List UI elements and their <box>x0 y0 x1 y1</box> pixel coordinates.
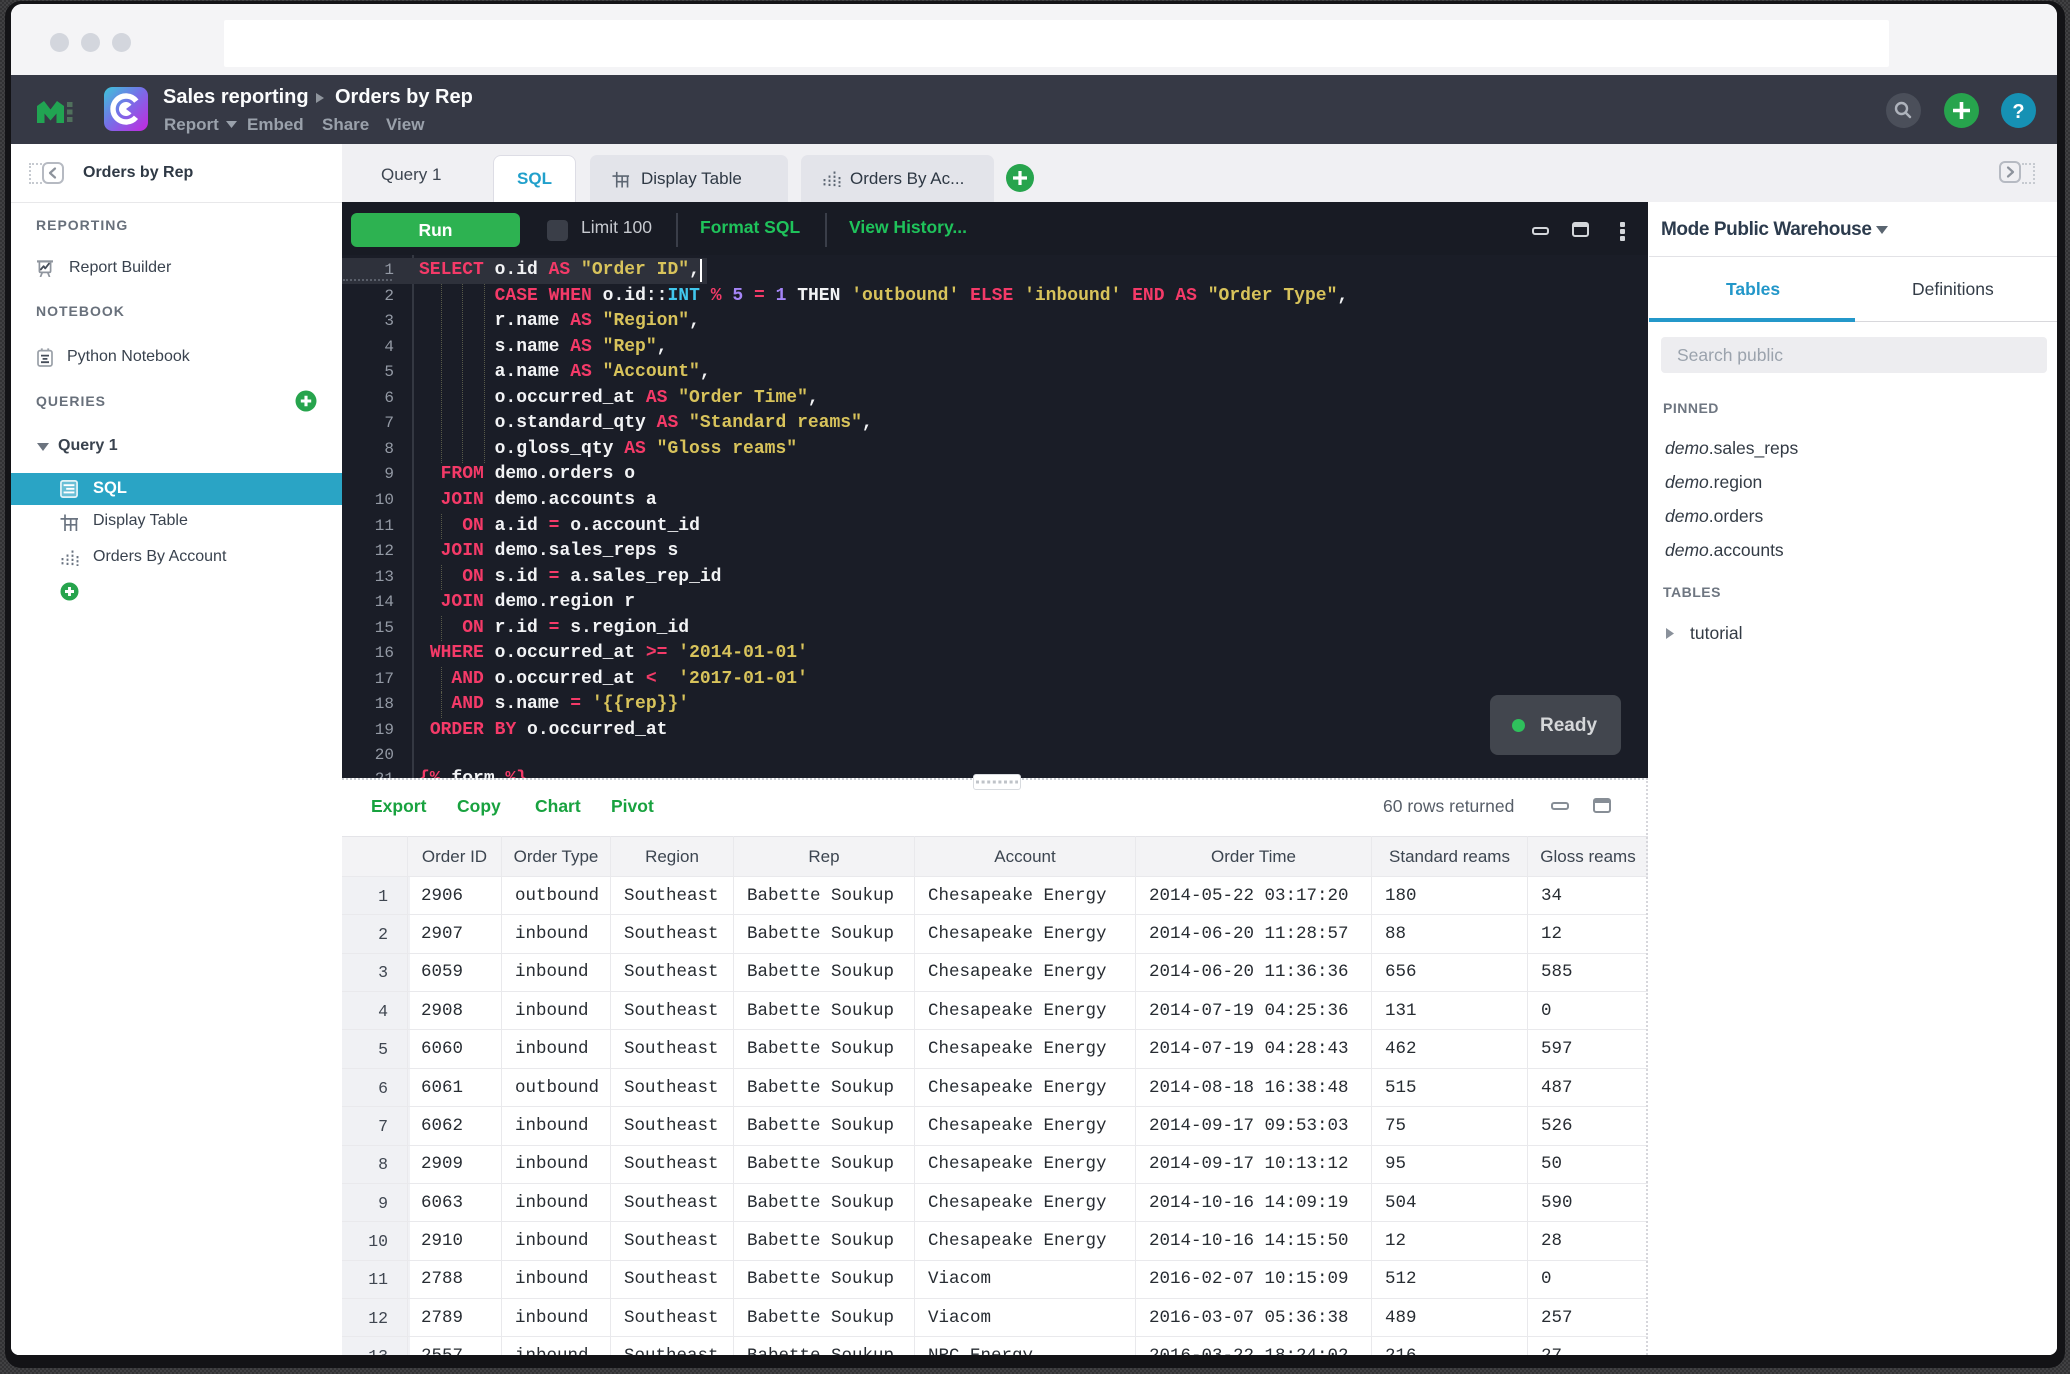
svg-text:?: ? <box>2012 101 2024 123</box>
